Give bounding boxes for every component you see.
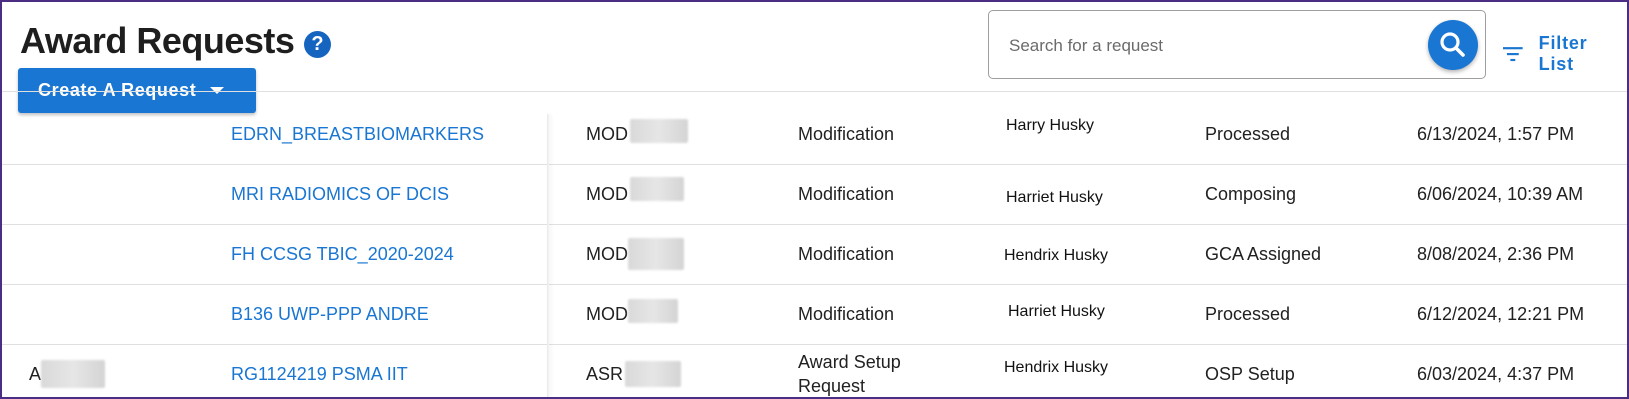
redacted-block (628, 299, 678, 323)
request-type: Modification (798, 244, 895, 264)
request-id-prefix: ASR (586, 363, 624, 384)
request-name-link[interactable]: B136 UWP-PPP ANDRE (231, 284, 429, 344)
status-text: Processed (1205, 303, 1291, 324)
header-divider (2, 91, 1627, 92)
request-id-prefix: MOD (586, 243, 628, 264)
request-name-link[interactable]: MRI RADIOMICS OF DCIS (231, 164, 449, 224)
request-type: Modification (798, 184, 895, 204)
request-id-prefix: MOD (586, 123, 628, 144)
updated-date: 6/06/2024, 10:39 AM (1417, 183, 1584, 204)
updated-date: 6/13/2024, 1:57 PM (1417, 123, 1575, 144)
request-id: MOD (586, 164, 684, 224)
filter-list-label: Filter List (1538, 33, 1588, 74)
request-id: ASR (586, 344, 682, 397)
assignee-name: Harriet Husky (1006, 189, 1103, 206)
assignee-name: Hendrix Husky (1004, 247, 1109, 264)
assignee-name: Harriet Husky (1008, 303, 1105, 320)
filter-lines-icon (1503, 47, 1523, 62)
request-type: Modification (798, 124, 895, 144)
updated-date: 6/12/2024, 12:21 PM (1417, 303, 1585, 324)
redacted-block (625, 361, 682, 387)
filter-list-button[interactable]: Filter List (1503, 33, 1627, 75)
assignee-name: Harry Husky (1006, 117, 1095, 134)
table-row[interactable]: A RG1124219 PSMA IIT ASR Award Setup Req… (2, 344, 1627, 397)
request-name-link[interactable]: RG1124219 PSMA IIT (231, 344, 408, 397)
search-box (988, 10, 1486, 79)
updated-date: 8/08/2024, 2:36 PM (1417, 243, 1575, 264)
app-frame: Award Requests ? Create A Request Filter… (0, 0, 1629, 399)
redacted-block (630, 119, 688, 143)
status-text: Processed (1205, 123, 1291, 144)
request-name-link[interactable]: EDRN_BREASTBIOMARKERS (231, 104, 484, 164)
redacted-block (41, 360, 106, 388)
request-id-prefix: MOD (586, 303, 628, 324)
request-id: MOD (586, 104, 688, 164)
search-input[interactable] (1007, 31, 1411, 61)
request-type: Award Setup Request (798, 344, 901, 397)
status-text: GCA Assigned (1205, 243, 1322, 264)
column-divider (547, 114, 549, 397)
redacted-block (630, 177, 684, 201)
status-text: Composing (1205, 183, 1297, 204)
request-id: MOD (586, 224, 684, 284)
table-row[interactable]: FH CCSG TBIC_2020-2024 MOD Modification … (2, 224, 1627, 285)
request-type-line2: Request (798, 376, 866, 396)
status-text: OSP Setup (1205, 363, 1295, 384)
row-prefix-letter: A (29, 363, 42, 384)
request-id: MOD (586, 284, 678, 344)
request-id-prefix: MOD (586, 183, 628, 204)
table-row[interactable]: EDRN_BREASTBIOMARKERS MOD Modification H… (2, 104, 1627, 165)
assignee-name: Hendrix Husky (1004, 359, 1109, 376)
request-type: Modification (798, 304, 895, 324)
request-name-link[interactable]: FH CCSG TBIC_2020-2024 (231, 224, 454, 284)
help-circle-icon[interactable]: ? (304, 31, 331, 58)
row-prefix: A (29, 344, 106, 397)
table-row[interactable]: B136 UWP-PPP ANDRE MOD Modification Harr… (2, 284, 1627, 345)
table-row[interactable]: MRI RADIOMICS OF DCIS MOD Modification H… (2, 164, 1627, 225)
page-title: Award Requests (20, 20, 295, 61)
search-icon (1440, 32, 1465, 57)
request-type-line1: Award Setup (798, 352, 901, 372)
redacted-block (628, 238, 684, 270)
search-button[interactable] (1428, 20, 1478, 70)
updated-date: 6/03/2024, 4:37 PM (1417, 363, 1575, 384)
